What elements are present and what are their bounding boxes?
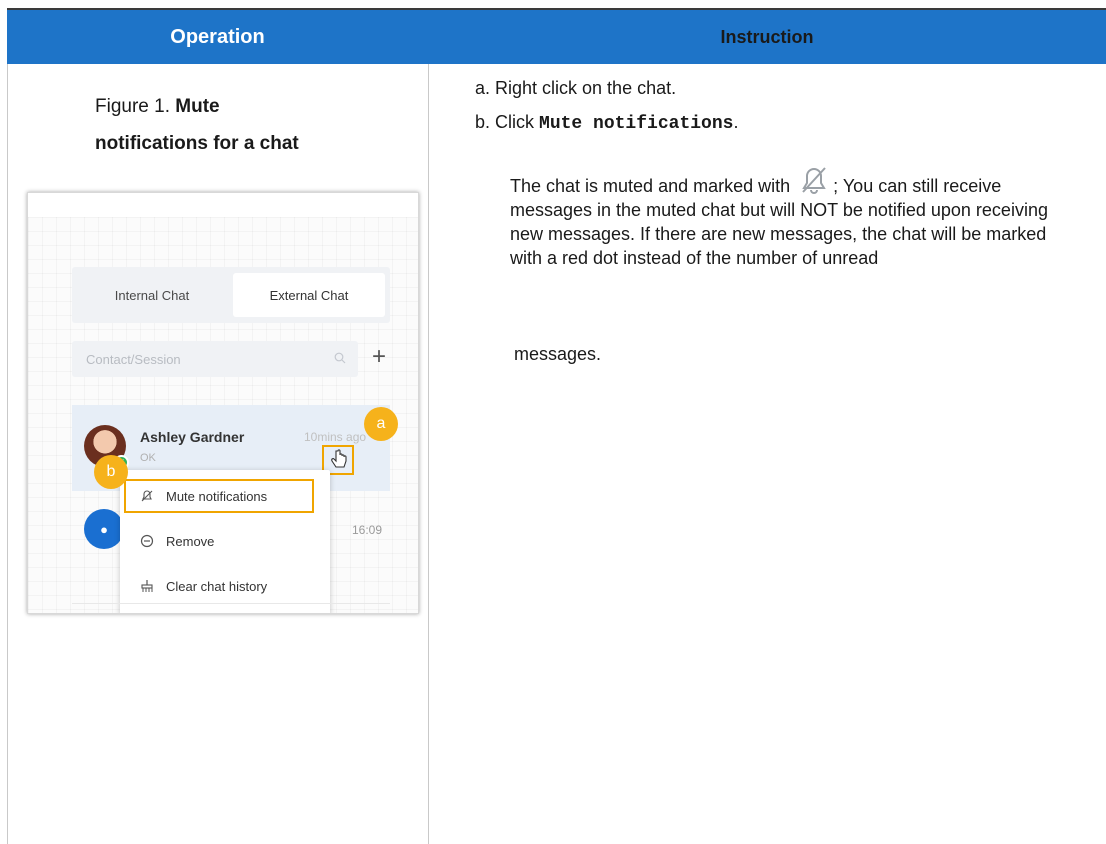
chat-time: 10mins ago (304, 430, 367, 444)
result-paragraph: The chat is muted and marked with ; You … (510, 164, 1070, 270)
callout-badge-a: a (364, 407, 398, 441)
caption-bold-1: Mute (175, 96, 220, 117)
figure-caption: Figure 1. Mute notifications for a chat (95, 88, 335, 156)
step-b-text: b. Click Mute notifications. (475, 110, 738, 136)
figure-screenshot: Internal Chat External Chat Contact/Sess… (27, 192, 419, 614)
step-b-prefix: b. Click (475, 112, 540, 132)
hand-cursor-icon (331, 449, 347, 468)
menu-label-mute: Mute notifications (166, 488, 268, 504)
menu-item-mute-notifications[interactable]: Mute notifications (124, 479, 314, 513)
search-input[interactable]: Contact/Session (72, 341, 358, 377)
chat-time-2: 16:09 (352, 523, 383, 537)
chat-tabs: Internal Chat External Chat (72, 267, 390, 323)
header-instruction: Instruction (720, 27, 814, 47)
column-divider-left (7, 64, 8, 844)
tab-external-chat[interactable]: External Chat (233, 273, 385, 317)
search-icon (334, 352, 346, 364)
remove-circle-icon (140, 534, 154, 548)
header-operation: Operation (170, 25, 265, 48)
step-a-text: a. Right click on the chat. (475, 78, 677, 98)
broom-icon (141, 580, 153, 592)
tab-internal-chat[interactable]: Internal Chat (76, 273, 228, 317)
add-icon[interactable]: + (372, 345, 386, 369)
context-menu: Mute notifications Remove Clear chat his… (120, 470, 330, 613)
caption-bold-2: notifications for a chat (95, 133, 299, 154)
group-avatar-icon: ● (84, 509, 124, 549)
column-divider-middle (428, 64, 429, 844)
step-b-suffix: . (733, 112, 739, 132)
menu-item-clear-chat-history[interactable]: Clear chat history (120, 569, 330, 603)
menu-item-remove[interactable]: Remove (120, 524, 330, 558)
table-header: Operation Instruction (7, 8, 1106, 64)
step-b-code: Mute notifications (539, 114, 734, 134)
list-divider (72, 603, 390, 604)
mute-bell-icon (141, 490, 153, 502)
caption-prefix: Figure 1. (95, 96, 170, 117)
mute-bell-icon-inline (802, 167, 826, 194)
result-last-line: messages. (514, 344, 602, 364)
callout-badge-b: b (94, 455, 128, 489)
menu-label-clear: Clear chat history (166, 578, 268, 594)
chat-name: Ashley Gardner (140, 429, 245, 445)
result-before-icon: The chat is muted and marked with (510, 176, 791, 196)
chat-last-message: OK (140, 452, 156, 464)
search-placeholder: Contact/Session (86, 351, 181, 367)
screenshot-panel: Internal Chat External Chat Contact/Sess… (28, 217, 418, 613)
menu-label-remove: Remove (166, 533, 215, 549)
